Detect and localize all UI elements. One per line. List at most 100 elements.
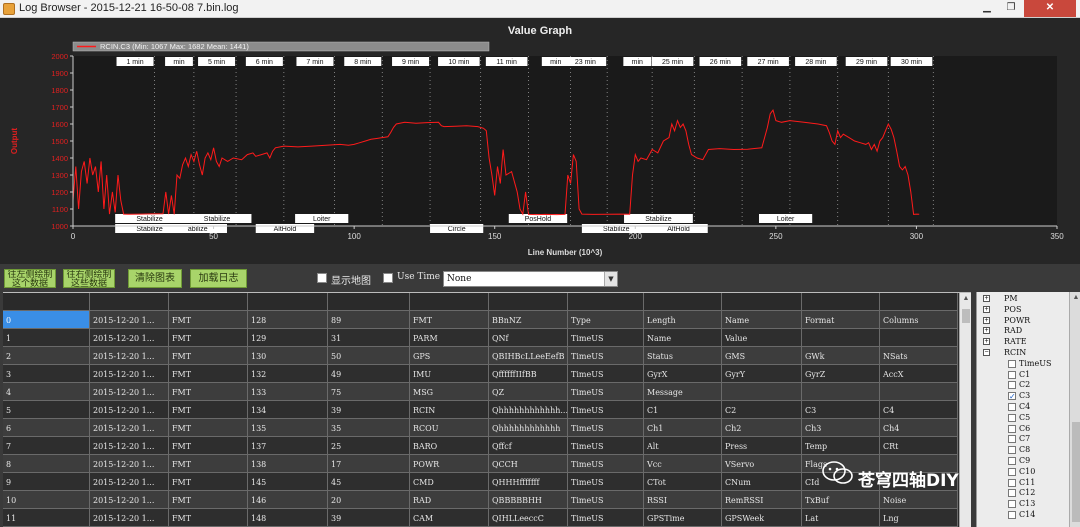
plot-area[interactable] <box>73 56 1057 226</box>
table-cell[interactable]: Alt <box>644 437 722 455</box>
use-time-checkbox[interactable] <box>383 273 393 283</box>
chevron-down-icon[interactable]: ▼ <box>604 272 617 286</box>
table-row[interactable]: 6 2015-12-20 1... FMT 135 35 RCOU Qhhhhhhhhhhh… <box>3 419 958 437</box>
tree-expand-toggle[interactable]: + <box>983 305 990 313</box>
table-cell[interactable]: 31 <box>328 329 410 347</box>
tree-group-label[interactable]: RAD <box>1004 326 1022 335</box>
table-cell[interactable]: 9 <box>3 473 90 491</box>
table-cell[interactable]: POWR <box>410 455 489 473</box>
table-cell[interactable]: 20 <box>328 491 410 509</box>
table-cell[interactable]: TimeUS <box>568 455 644 473</box>
table-cell[interactable]: Ch2 <box>722 419 802 437</box>
table-cell[interactable]: 1 <box>3 329 90 347</box>
table-cell[interactable]: RSSI <box>644 491 722 509</box>
table-cell[interactable]: 0 <box>3 311 90 329</box>
tree-field-label[interactable]: TimeUS <box>1019 359 1051 368</box>
tree-field-checkbox[interactable] <box>1008 446 1016 455</box>
tree-field-checkbox[interactable] <box>1008 424 1016 433</box>
table-cell[interactable]: 134 <box>248 401 328 419</box>
tree-field-checkbox[interactable] <box>1008 435 1016 444</box>
table-header-cell[interactable] <box>802 293 880 311</box>
tree-field-checkbox[interactable] <box>1008 511 1016 519</box>
table-cell[interactable]: TimeUS <box>568 473 644 491</box>
table-cell[interactable]: TimeUS <box>568 419 644 437</box>
table-cell[interactable]: Value <box>722 329 802 347</box>
table-cell[interactable]: BARO <box>410 437 489 455</box>
table-header-cell[interactable] <box>328 293 410 311</box>
table-row[interactable]: 1 2015-12-20 1... FMT 129 31 PARM QNf TimeUS Nam… <box>3 329 958 347</box>
table-cell[interactable]: QCCH <box>489 455 568 473</box>
table-cell[interactable]: CMD <box>410 473 489 491</box>
table-cell[interactable]: Status <box>644 347 722 365</box>
table-cell[interactable]: TimeUS <box>568 437 644 455</box>
maximize-button[interactable]: ❐ <box>1000 0 1022 17</box>
table-cell[interactable]: QIHLLeeccC <box>489 509 568 527</box>
table-cell[interactable]: 25 <box>328 437 410 455</box>
table-cell[interactable]: FMT <box>169 347 248 365</box>
table-cell[interactable]: 2015-12-20 1... <box>90 347 169 365</box>
table-cell[interactable]: PARM <box>410 329 489 347</box>
close-button[interactable]: ✕ <box>1024 0 1076 17</box>
table-cell[interactable]: FMT <box>169 383 248 401</box>
tree-field-checkbox[interactable] <box>1008 489 1016 498</box>
tree-field-checkbox[interactable] <box>1008 359 1016 368</box>
table-row[interactable]: 9 2015-12-20 1... FMT 145 45 CMD QHHHfffffff Ti… <box>3 473 958 491</box>
table-cell[interactable]: GPSWeek <box>722 509 802 527</box>
value-graph[interactable]: Value Graph RCIN.C3 (Min: 1067 Max: 1682… <box>0 18 1080 264</box>
table-row[interactable]: 8 2015-12-20 1... FMT 138 17 POWR QCCH TimeUS Vc… <box>3 455 958 473</box>
table-cell[interactable]: GWk <box>802 347 880 365</box>
table-cell[interactable]: Message <box>644 383 722 401</box>
table-cell[interactable]: BBnNZ <box>489 311 568 329</box>
table-cell[interactable]: GPS <box>410 347 489 365</box>
table-cell[interactable]: FMT <box>169 437 248 455</box>
tree-field-label[interactable]: C9 <box>1019 456 1030 465</box>
tree-expand-toggle[interactable]: + <box>983 316 990 324</box>
table-header-cell[interactable] <box>169 293 248 311</box>
table-cell[interactable]: TimeUS <box>568 401 644 419</box>
table-cell[interactable]: 6 <box>3 419 90 437</box>
table-cell[interactable]: FMT <box>169 401 248 419</box>
table-cell[interactable]: C3 <box>802 401 880 419</box>
tree-expand-toggle[interactable]: + <box>983 327 990 335</box>
table-cell[interactable]: 11 <box>3 509 90 527</box>
tree-field-checkbox[interactable] <box>1008 403 1016 411</box>
table-cell[interactable]: TimeUS <box>568 491 644 509</box>
table-cell[interactable]: 39 <box>328 401 410 419</box>
table-cell[interactable]: GPSTime <box>644 509 722 527</box>
table-row[interactable]: 11 2015-12-20 1... FMT 148 39 CAM QIHLLeeccC Ti… <box>3 509 958 527</box>
table-cell[interactable]: C1 <box>644 401 722 419</box>
table-header-cell[interactable] <box>410 293 489 311</box>
tree-field-label[interactable]: C3 <box>1019 391 1030 400</box>
time-select-dropdown[interactable]: None ▼ <box>443 271 618 287</box>
table-cell[interactable]: Columns <box>880 311 958 329</box>
table-row[interactable]: 5 2015-12-20 1... FMT 134 39 RCIN Qhhhhhhhhhhh… <box>3 401 958 419</box>
table-cell[interactable]: 2015-12-20 1... <box>90 383 169 401</box>
table-header-row[interactable] <box>3 293 958 311</box>
tree-group-label[interactable]: RATE <box>1004 337 1027 346</box>
table-cell[interactable]: TimeUS <box>568 509 644 527</box>
table-cell[interactable]: Ch1 <box>644 419 722 437</box>
table-cell[interactable]: 5 <box>3 401 90 419</box>
value-graph-panel[interactable]: Value Graph RCIN.C3 (Min: 1067 Max: 1682… <box>0 18 1080 264</box>
table-cell[interactable]: TimeUS <box>568 365 644 383</box>
table-cell[interactable]: CNum <box>722 473 802 491</box>
table-cell[interactable]: GyrY <box>722 365 802 383</box>
table-cell[interactable]: 128 <box>248 311 328 329</box>
table-cell[interactable]: 137 <box>248 437 328 455</box>
tree-group-label[interactable]: PM <box>1004 294 1018 303</box>
tree-field-label[interactable]: C14 <box>1019 510 1035 519</box>
table-cell[interactable]: Format <box>802 311 880 329</box>
table-cell[interactable]: 45 <box>328 473 410 491</box>
table-cell[interactable]: CAM <box>410 509 489 527</box>
table-cell[interactable]: 17 <box>328 455 410 473</box>
table-cell[interactable]: 135 <box>248 419 328 437</box>
tree-field-checkbox[interactable] <box>1008 370 1016 379</box>
table-cell[interactable]: 2 <box>3 347 90 365</box>
table-header-cell[interactable] <box>644 293 722 311</box>
table-cell[interactable]: Lat <box>802 509 880 527</box>
table-cell[interactable]: 129 <box>248 329 328 347</box>
table-scroll-thumb[interactable] <box>962 309 970 323</box>
tree-expand-toggle[interactable]: + <box>983 295 990 302</box>
tree-group-label[interactable]: RCIN <box>1004 348 1026 357</box>
table-cell[interactable]: TxBuf <box>802 491 880 509</box>
